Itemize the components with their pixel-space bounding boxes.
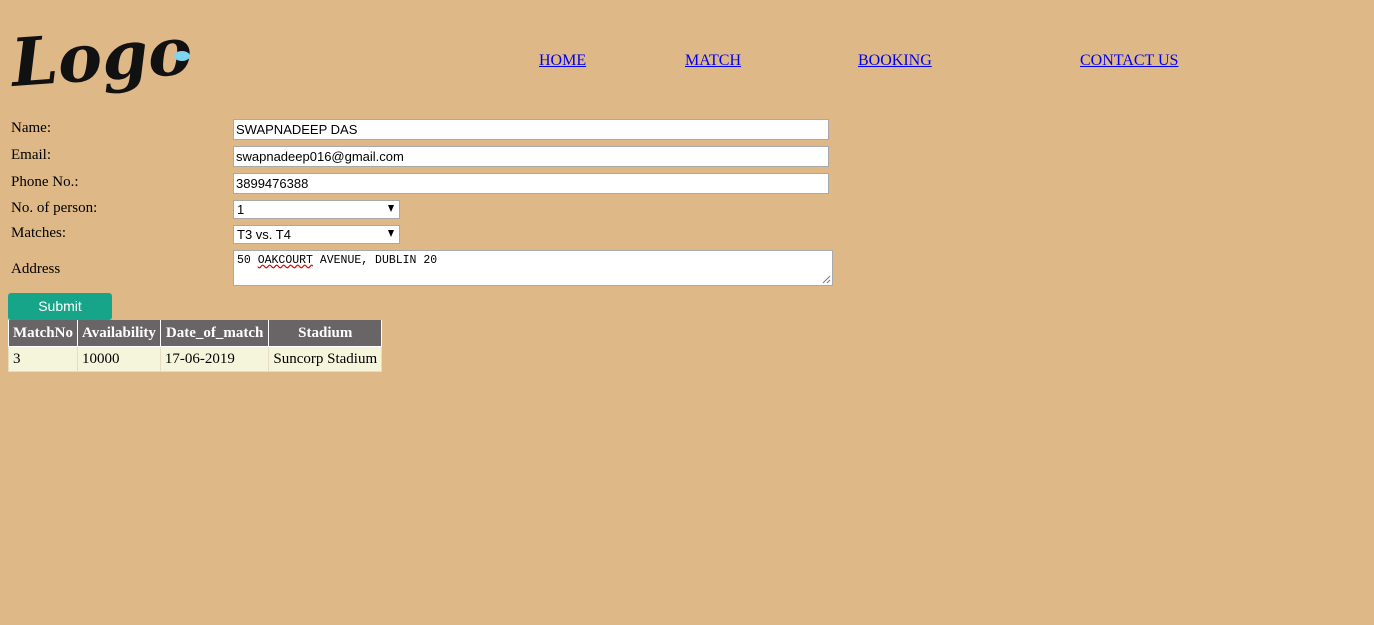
name-input[interactable]: SWAPNADEEP DAS — [233, 119, 829, 140]
persons-selected-value: 1 — [237, 202, 245, 217]
address-misspelled-word: OAKCOURT — [257, 254, 313, 267]
cell-date: 17-06-2019 — [159, 346, 270, 372]
column-header-stadium: Stadium — [268, 320, 383, 347]
logo-dot — [174, 51, 190, 61]
cell-availability: 10000 — [77, 346, 161, 372]
matches-label: Matches: — [11, 225, 66, 241]
submit-button[interactable]: Submit — [8, 293, 112, 320]
nav-contact-link[interactable]: CONTACT US — [1080, 52, 1178, 70]
phone-label: Phone No.: — [11, 174, 79, 190]
table-header-row: MatchNo Availability Date_of_match Stadi… — [8, 320, 383, 347]
logo-text: Logo — [10, 12, 194, 103]
column-header-availability: Availability — [77, 320, 161, 347]
nav-match-link[interactable]: MATCH — [685, 52, 741, 70]
table-row: 3 10000 17-06-2019 Suncorp Stadium — [8, 346, 383, 372]
persons-label: No. of person: — [11, 200, 98, 216]
logo-graphic: Logo — [10, 12, 194, 103]
email-label: Email: — [11, 147, 51, 163]
match-table: MatchNo Availability Date_of_match Stadi… — [8, 320, 383, 372]
address-text-part: AVENUE, DUBLIN 20 — [312, 254, 438, 267]
column-header-matchno: MatchNo — [8, 320, 78, 347]
address-text-part: 50 — [237, 254, 258, 267]
site-logo: Logo — [10, 8, 195, 113]
address-textarea[interactable]: 50 OAKCOURT AVENUE, DUBLIN 20 — [233, 250, 833, 286]
persons-select[interactable]: 1 — [233, 200, 400, 219]
column-header-date: Date_of_match — [159, 320, 270, 347]
dropdown-arrow-icon — [388, 230, 394, 237]
name-label: Name: — [11, 120, 51, 136]
nav-booking-link[interactable]: BOOKING — [858, 52, 932, 70]
matches-select[interactable]: T3 vs. T4 — [233, 225, 400, 244]
cell-stadium: Suncorp Stadium — [268, 346, 383, 372]
address-label: Address — [11, 261, 61, 277]
dropdown-arrow-icon — [388, 205, 394, 212]
resize-grip-icon[interactable] — [822, 275, 831, 284]
phone-input[interactable]: 3899476388 — [233, 173, 829, 194]
nav-home-link[interactable]: HOME — [539, 52, 586, 70]
cell-matchno: 3 — [8, 346, 78, 372]
email-input[interactable]: swapnadeep016@gmail.com — [233, 146, 829, 167]
matches-selected-value: T3 vs. T4 — [237, 227, 291, 242]
